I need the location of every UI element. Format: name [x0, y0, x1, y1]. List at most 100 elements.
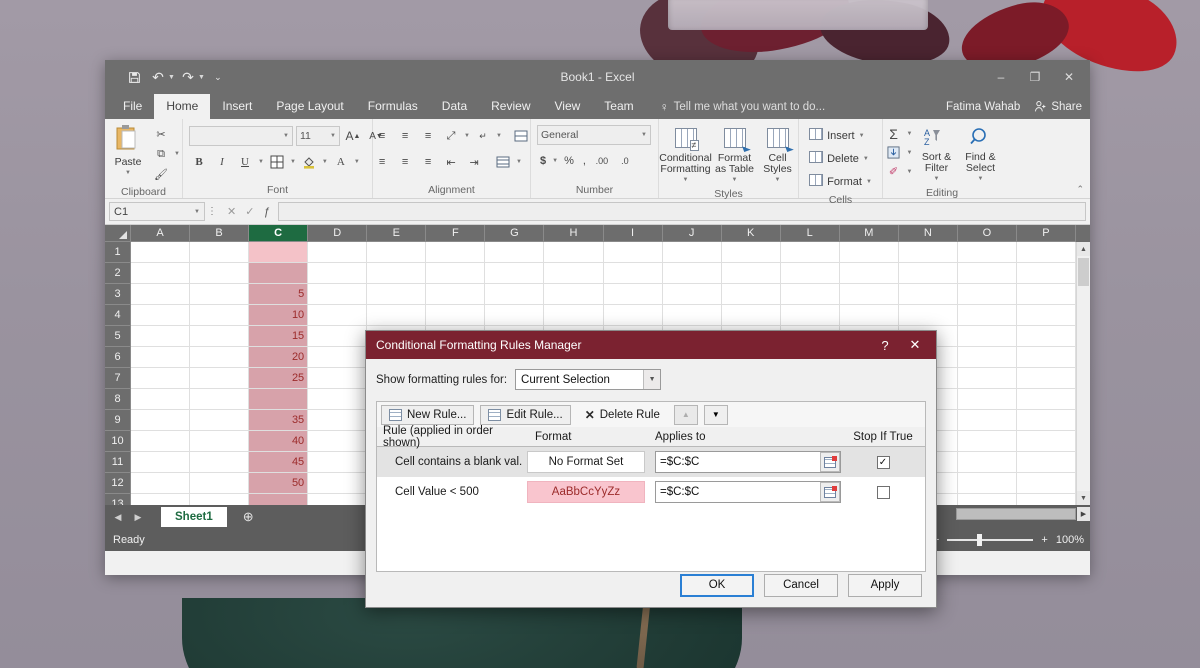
copy-dropdown-icon[interactable]: ▼: [174, 151, 180, 157]
redo-dropdown-icon[interactable]: ▼: [198, 74, 205, 81]
cell-A8[interactable]: [131, 389, 191, 410]
cell-B2[interactable]: [190, 263, 250, 284]
clear-dropdown-icon[interactable]: ▼: [907, 169, 913, 175]
borders-dropdown-icon[interactable]: ▼: [290, 159, 296, 165]
sheet-tab-sheet1[interactable]: Sheet1: [161, 507, 227, 527]
cell-C3[interactable]: 5: [249, 284, 309, 305]
merge-dropdown-icon[interactable]: ▼: [516, 159, 522, 165]
cell-A4[interactable]: [131, 305, 191, 326]
apply-button[interactable]: Apply: [848, 573, 922, 597]
cell-D11[interactable]: [308, 452, 368, 473]
undo-dropdown-icon[interactable]: ▼: [168, 74, 175, 81]
decrease-indent-icon[interactable]: ⇤: [441, 152, 461, 172]
cell-D5[interactable]: [308, 326, 368, 347]
column-header-M[interactable]: M: [839, 225, 899, 242]
cell-C4[interactable]: 10: [249, 305, 309, 326]
cell-A11[interactable]: [131, 452, 191, 473]
cell-B1[interactable]: [190, 242, 250, 263]
cell-E4[interactable]: [367, 305, 427, 326]
cell-O6[interactable]: [957, 347, 1017, 368]
percent-style-icon[interactable]: %: [561, 151, 577, 171]
cell-M3[interactable]: [839, 284, 899, 305]
grow-font-icon[interactable]: A ▲: [343, 126, 363, 146]
cell-A1[interactable]: [131, 242, 191, 263]
minimize-button[interactable]: –: [984, 64, 1018, 90]
cell-M1[interactable]: [839, 242, 899, 263]
formula-input[interactable]: [277, 202, 1086, 221]
cell-C10[interactable]: 40: [249, 431, 309, 452]
delete-rule-button[interactable]: ✕ Delete Rule: [577, 405, 668, 425]
borders-icon[interactable]: [267, 152, 287, 172]
range-picker-icon[interactable]: [820, 482, 840, 502]
cell-J3[interactable]: [662, 284, 722, 305]
ok-button[interactable]: OK: [680, 573, 754, 597]
tab-formulas[interactable]: Formulas: [356, 94, 430, 119]
cell-P12[interactable]: [1016, 473, 1076, 494]
next-sheet-icon[interactable]: ▶: [129, 512, 147, 523]
cell-D13[interactable]: [308, 494, 368, 505]
cell-F1[interactable]: [426, 242, 486, 263]
column-header-E[interactable]: E: [367, 225, 427, 242]
cell-D4[interactable]: [308, 305, 368, 326]
column-header-D[interactable]: D: [308, 225, 368, 242]
underline-icon[interactable]: U: [235, 152, 255, 172]
help-icon[interactable]: ?: [870, 331, 900, 359]
vertical-scrollbar[interactable]: ▲ ▼: [1076, 242, 1090, 505]
cell-F4[interactable]: [426, 305, 486, 326]
cell-C2[interactable]: [249, 263, 309, 284]
cell-G1[interactable]: [485, 242, 545, 263]
cell-A12[interactable]: [131, 473, 191, 494]
bold-icon[interactable]: B: [189, 152, 209, 172]
cell-P9[interactable]: [1016, 410, 1076, 431]
sort-filter-dropdown-icon[interactable]: ▼: [934, 174, 940, 185]
cell-O4[interactable]: [957, 305, 1017, 326]
cell-D12[interactable]: [308, 473, 368, 494]
format-cells-button[interactable]: Format ▼: [809, 171, 872, 192]
paste-button[interactable]: Paste ▼: [107, 122, 149, 179]
cell-I3[interactable]: [603, 284, 663, 305]
font-size-input[interactable]: 11 ▼: [296, 126, 340, 146]
cell-N3[interactable]: [898, 284, 958, 305]
align-center-icon[interactable]: ≡: [395, 152, 415, 172]
cell-D2[interactable]: [308, 263, 368, 284]
cell-J1[interactable]: [662, 242, 722, 263]
decrease-decimal-icon[interactable]: .0: [615, 151, 635, 171]
find-select-button[interactable]: Find & Select ▼: [960, 125, 1000, 185]
row-header-5[interactable]: 5: [105, 326, 131, 347]
row-header-11[interactable]: 11: [105, 452, 131, 473]
move-rule-down-button[interactable]: ▼: [703, 404, 728, 425]
cell-C7[interactable]: 25: [249, 368, 309, 389]
format-as-table-dropdown-icon[interactable]: ▼: [732, 175, 738, 186]
cell-P1[interactable]: [1016, 242, 1076, 263]
cell-F3[interactable]: [426, 284, 486, 305]
merge-cells-icon[interactable]: [511, 126, 531, 146]
format-painter-icon[interactable]: 🖌: [151, 164, 171, 184]
cell-E1[interactable]: [367, 242, 427, 263]
cell-O13[interactable]: [958, 494, 1017, 505]
cell-A2[interactable]: [131, 263, 191, 284]
row-header-2[interactable]: 2: [105, 263, 131, 284]
cell-O9[interactable]: [957, 410, 1017, 431]
format-dropdown-icon[interactable]: ▼: [866, 179, 872, 185]
cell-H4[interactable]: [544, 305, 604, 326]
delete-cells-button[interactable]: Delete ▼: [809, 148, 869, 169]
cell-G4[interactable]: [485, 305, 545, 326]
cell-H1[interactable]: [544, 242, 604, 263]
insert-function-icon[interactable]: ƒ: [263, 206, 269, 218]
tab-insert[interactable]: Insert: [210, 94, 264, 119]
cell-O2[interactable]: [957, 263, 1017, 284]
cell-P6[interactable]: [1016, 347, 1076, 368]
row-header-1[interactable]: 1: [105, 242, 131, 263]
add-sheet-icon[interactable]: ⊕: [243, 509, 254, 525]
cell-D6[interactable]: [308, 347, 368, 368]
cell-L4[interactable]: [780, 305, 840, 326]
conditional-formatting-button[interactable]: Conditional Formatting ▼: [659, 126, 712, 186]
delete-dropdown-icon[interactable]: ▼: [863, 156, 869, 162]
cell-B12[interactable]: [190, 473, 250, 494]
range-picker-icon[interactable]: [820, 452, 840, 472]
restore-button[interactable]: ❐: [1018, 64, 1052, 90]
row-header-12[interactable]: 12: [105, 473, 131, 494]
cell-B6[interactable]: [190, 347, 250, 368]
cell-O3[interactable]: [957, 284, 1017, 305]
cell-M2[interactable]: [839, 263, 899, 284]
